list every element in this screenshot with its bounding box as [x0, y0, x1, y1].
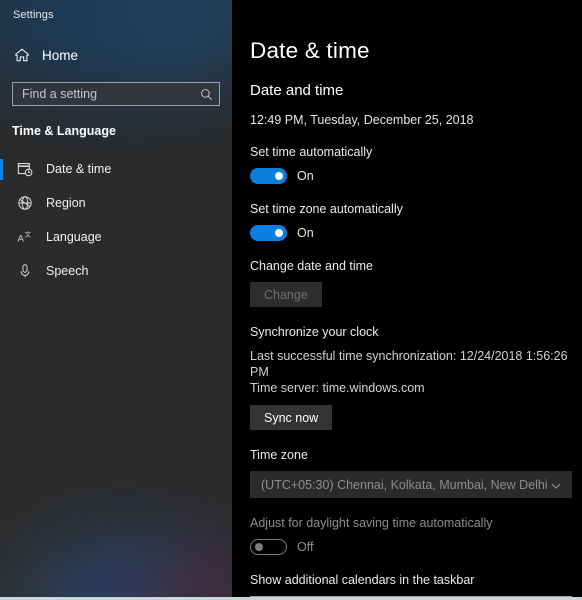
sync-now-button[interactable]: Sync now — [250, 405, 332, 430]
sidebar: Settings Home Time & Langua — [0, 0, 232, 600]
set-timezone-automatically-toggle[interactable] — [250, 225, 287, 241]
set-time-automatically-toggle[interactable] — [250, 168, 287, 184]
sidebar-item-home[interactable]: Home — [0, 42, 232, 68]
sidebar-item-date-time[interactable]: Date & time — [0, 152, 232, 186]
chevron-down-icon — [550, 479, 562, 491]
last-sync-text: Last successful time synchronization: 12… — [250, 348, 582, 380]
additional-calendars-label: Show additional calendars in the taskbar — [250, 573, 582, 587]
sidebar-item-region-label: Region — [46, 196, 86, 210]
time-server-text: Time server: time.windows.com — [250, 380, 582, 396]
search-input[interactable] — [22, 87, 200, 101]
time-zone-dropdown[interactable]: (UTC+05:30) Chennai, Kolkata, Mumbai, Ne… — [250, 471, 572, 498]
toggle-knob — [255, 543, 263, 551]
synchronize-clock-heading: Synchronize your clock — [250, 325, 582, 339]
app-title: Settings — [0, 0, 232, 21]
acrylic-blob — [128, 552, 232, 600]
acrylic-blob — [35, 538, 225, 600]
sidebar-item-home-label: Home — [42, 48, 78, 63]
set-time-automatically-state: On — [297, 169, 314, 183]
sidebar-item-date-time-label: Date & time — [46, 162, 111, 176]
daylight-saving-row: Off — [250, 539, 582, 555]
change-button[interactable]: Change — [250, 282, 322, 307]
sidebar-item-language-label: Language — [46, 230, 102, 244]
microphone-icon — [17, 263, 33, 279]
toggle-knob — [275, 229, 283, 237]
sidebar-nav: Date & time Region — [0, 152, 232, 288]
sidebar-item-speech[interactable]: Speech — [0, 254, 232, 288]
acrylic-blob — [0, 555, 120, 600]
sidebar-item-region[interactable]: Region — [0, 186, 232, 220]
change-date-and-time-label: Change date and time — [250, 259, 582, 273]
sidebar-item-speech-label: Speech — [46, 264, 88, 278]
time-zone-label: Time zone — [250, 448, 582, 462]
set-time-automatically-row: On — [250, 168, 582, 184]
set-timezone-automatically-row: On — [250, 225, 582, 241]
svg-text:A: A — [18, 234, 25, 245]
daylight-saving-state: Off — [297, 540, 313, 554]
set-timezone-automatically-state: On — [297, 226, 314, 240]
language-icon: A 文 — [17, 229, 33, 245]
date-and-time-heading: Date and time — [250, 82, 582, 99]
set-timezone-automatically-label: Set time zone automatically — [250, 202, 582, 216]
sidebar-item-language[interactable]: A 文 Language — [0, 220, 232, 254]
daylight-saving-toggle[interactable] — [250, 539, 287, 555]
toggle-knob — [275, 172, 283, 180]
search-icon[interactable] — [200, 88, 213, 101]
main-content: Date & time Date and time 12:49 PM, Tues… — [232, 0, 582, 600]
settings-window: Settings Home Time & Langua — [0, 0, 582, 600]
globe-icon — [17, 195, 33, 211]
page-title: Date & time — [250, 38, 582, 64]
calendar-clock-icon — [17, 161, 33, 177]
search-box[interactable] — [12, 82, 220, 106]
daylight-saving-label: Adjust for daylight saving time automati… — [250, 516, 582, 530]
home-icon — [14, 47, 30, 63]
set-time-automatically-label: Set time automatically — [250, 145, 582, 159]
sidebar-section-title: Time & Language — [12, 124, 232, 138]
svg-text:文: 文 — [25, 230, 32, 239]
current-datetime: 12:49 PM, Tuesday, December 25, 2018 — [250, 113, 582, 127]
time-zone-value: (UTC+05:30) Chennai, Kolkata, Mumbai, Ne… — [261, 478, 550, 492]
